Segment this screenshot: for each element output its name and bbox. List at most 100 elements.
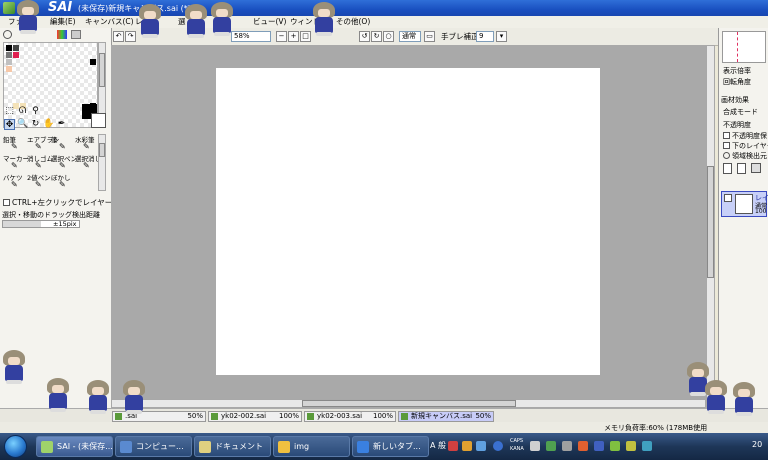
paper-effect-label[interactable]: 画材効果	[721, 95, 749, 105]
mode-toggle-button[interactable]: ▭	[424, 31, 435, 42]
stabilizer-dropdown-icon[interactable]: ▾	[496, 31, 507, 42]
canvas-vscrollbar[interactable]	[706, 45, 715, 403]
tray-icon[interactable]	[530, 441, 540, 451]
tray-icon[interactable]	[546, 441, 556, 451]
document-tab[interactable]: yk02-002.sai 100%	[208, 411, 302, 422]
brush-airbrush[interactable]: エアブラシ ✎	[26, 134, 59, 153]
swatch[interactable]	[6, 45, 12, 51]
rotate-left-button[interactable]: ↺	[359, 31, 370, 42]
taskbar-item[interactable]: 新しいタブ...	[352, 436, 429, 457]
lasso-icon[interactable]: ᘏ	[17, 106, 28, 117]
tab-zoom: 50%	[475, 412, 491, 420]
drawing-canvas[interactable]	[216, 68, 600, 375]
zoom-field[interactable]: 58%	[231, 31, 271, 42]
protect-opacity-checkbox[interactable]	[723, 132, 730, 139]
brush-bucket[interactable]: バケツ ✎	[2, 172, 26, 191]
document-tab[interactable]: 新規キャンバス.sai 50%	[398, 411, 494, 422]
opacity-label: 不透明度	[723, 121, 751, 129]
eyedropper-icon[interactable]: ✒	[56, 119, 67, 130]
layer-row[interactable]: レイ 通常 100	[721, 191, 768, 217]
brush-brush[interactable]: 筆 ✎	[50, 134, 74, 153]
color-slider-icon[interactable]	[57, 30, 67, 39]
swatch[interactable]	[6, 52, 12, 58]
ctrl-select-label: CTRL+左クリックでレイヤー選択	[12, 198, 128, 207]
language-indicator[interactable]: A 般	[430, 440, 446, 451]
taskbar-item[interactable]: コンピュー...	[115, 436, 192, 457]
brush-select-eraser[interactable]: 選択消し ✎	[74, 153, 101, 172]
menu-view[interactable]: ビュー(V)	[253, 16, 286, 28]
swatch-tab-icon[interactable]	[71, 30, 81, 39]
tray-icon[interactable]	[448, 441, 458, 451]
zoom-in-button[interactable]: +	[288, 31, 299, 42]
clock[interactable]: 20	[752, 440, 762, 449]
stabilizer-field[interactable]: 9	[476, 31, 494, 42]
rotate-icon[interactable]: ↻	[30, 119, 41, 130]
menu-other[interactable]: その他(O)	[336, 16, 370, 28]
rect-select-icon[interactable]: ⬚	[4, 106, 15, 117]
swatch[interactable]	[13, 52, 19, 58]
new-layer-icon[interactable]	[723, 163, 732, 174]
rotate-reset-button[interactable]: ○	[383, 31, 394, 42]
rotation-label: 回転角度	[723, 78, 751, 86]
scroll-thumb[interactable]	[99, 143, 105, 157]
taskbar-item[interactable]: SAI - (未保存...	[36, 436, 113, 457]
menu-edit[interactable]: 編集(E)	[50, 16, 76, 28]
brush-marker[interactable]: マーカー ✎	[2, 153, 29, 172]
tray-icon[interactable]	[462, 441, 472, 451]
move-icon[interactable]: ✥	[4, 119, 15, 130]
drag-distance-slider[interactable]: ±15pix	[2, 220, 80, 228]
brush-eraser[interactable]: 消しゴム ✎	[26, 153, 53, 172]
brush-select-pen[interactable]: 選択ペン ✎	[50, 153, 77, 172]
blend-mode-select[interactable]: 通常	[399, 31, 421, 42]
new-set-icon[interactable]	[737, 163, 746, 174]
document-tab[interactable]: yk02-003.sai 100%	[304, 411, 396, 422]
tray-icon[interactable]	[626, 441, 636, 451]
tray-icon[interactable]	[610, 441, 620, 451]
binary-pen-icon: ✎	[35, 180, 42, 189]
taskbar-item[interactable]: ドキュメント	[194, 436, 271, 457]
folder-icon[interactable]	[751, 163, 761, 173]
mascot-figure	[136, 4, 164, 38]
color-wheel-icon[interactable]	[3, 30, 12, 39]
brush-blur[interactable]: ぼかし ✎	[50, 172, 74, 191]
rotate-right-button[interactable]: ↻	[371, 31, 382, 42]
help-icon[interactable]	[493, 441, 503, 451]
ctrl-select-checkbox[interactable]	[3, 199, 10, 206]
scroll-thumb[interactable]	[302, 400, 516, 407]
zoom-icon[interactable]: 🔍	[17, 119, 28, 130]
detect-source-radio[interactable]	[723, 152, 730, 159]
tray-icon[interactable]	[642, 441, 652, 451]
swatch[interactable]	[13, 45, 19, 51]
toolbar-button[interactable]: ↷	[125, 31, 136, 42]
brush-scrollbar[interactable]	[98, 134, 106, 191]
mascot-figure	[44, 378, 72, 412]
magic-wand-icon[interactable]: ⚲	[30, 106, 41, 117]
scroll-thumb[interactable]	[99, 53, 105, 87]
tray-icon[interactable]	[594, 441, 604, 451]
tab-name: yk02-003.sai	[317, 412, 363, 420]
clip-checkbox[interactable]	[723, 142, 730, 149]
menu-canvas[interactable]: キャンバス(C)	[85, 16, 134, 28]
scroll-thumb[interactable]	[707, 166, 714, 278]
start-button[interactable]	[4, 435, 27, 458]
tray-icon[interactable]	[562, 441, 572, 451]
taskbar-item[interactable]: img	[273, 436, 350, 457]
tray-icon[interactable]	[578, 441, 588, 451]
tray-icon[interactable]	[476, 441, 486, 451]
eye-icon[interactable]	[724, 194, 732, 202]
tab-zoom: 50%	[187, 412, 203, 420]
swatch[interactable]	[90, 59, 96, 65]
taskbar-item-label: ドキュメント	[215, 442, 263, 451]
app-icon	[41, 441, 53, 453]
swatch[interactable]	[6, 59, 12, 65]
brush-binary-pen[interactable]: 2値ペン ✎	[26, 172, 51, 191]
toolbar-button[interactable]: ↶	[113, 31, 124, 42]
canvas-hscrollbar[interactable]	[111, 399, 706, 408]
zoom-out-button[interactable]: −	[276, 31, 287, 42]
swatch[interactable]	[6, 66, 12, 72]
brush-pencil[interactable]: 鉛筆 ✎	[2, 134, 26, 153]
navigator-preview[interactable]	[722, 31, 766, 63]
hand-icon[interactable]: ✋	[43, 119, 54, 130]
brush-watercolor[interactable]: 水彩筆 ✎	[74, 134, 98, 153]
background-color[interactable]	[91, 113, 106, 128]
